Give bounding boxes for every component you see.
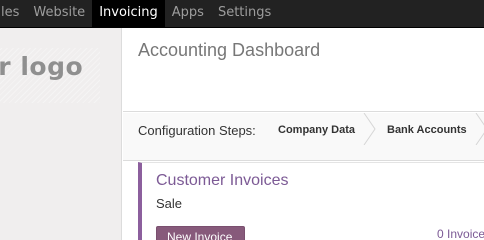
left-sidebar: ur logo: [0, 28, 122, 240]
page-header: Accounting Dashboard: [123, 28, 484, 112]
page-title: Accounting Dashboard: [138, 40, 321, 60]
step-separator-chevron-icon: [475, 113, 484, 145]
main-content: Accounting Dashboard Configuration Steps…: [123, 28, 484, 240]
company-logo[interactable]: ur logo: [0, 52, 83, 81]
dashboard-area: Customer Invoices Sale New Invoice 0 Inv…: [123, 162, 484, 240]
step-bank-accounts[interactable]: Bank Accounts: [387, 113, 467, 145]
step-company-data[interactable]: Company Data: [278, 113, 355, 145]
configuration-steps-bar: Configuration Steps: Company Data Bank A…: [123, 113, 484, 161]
journal-type: Sale: [156, 196, 183, 211]
menu-item-website[interactable]: Website: [26, 0, 92, 28]
top-navbar: ales Website Invoicing Apps Settings: [0, 0, 484, 28]
new-invoice-button[interactable]: New Invoice: [156, 226, 245, 240]
menu-item-settings[interactable]: Settings: [211, 0, 278, 28]
journal-title[interactable]: Customer Invoices: [156, 172, 289, 190]
invoice-count-link[interactable]: 0 Invoices: [437, 227, 484, 240]
menu-item-invoicing[interactable]: Invoicing: [92, 0, 165, 28]
menu-item-sales[interactable]: ales: [0, 0, 26, 28]
configuration-steps-label: Configuration Steps:: [138, 123, 256, 138]
step-separator-chevron-icon: [363, 113, 376, 145]
journal-card-customer-invoices: Customer Invoices Sale New Invoice 0 Inv…: [138, 162, 484, 240]
app-menu: ales Website Invoicing Apps Settings: [0, 0, 278, 28]
menu-item-apps[interactable]: Apps: [165, 0, 211, 28]
